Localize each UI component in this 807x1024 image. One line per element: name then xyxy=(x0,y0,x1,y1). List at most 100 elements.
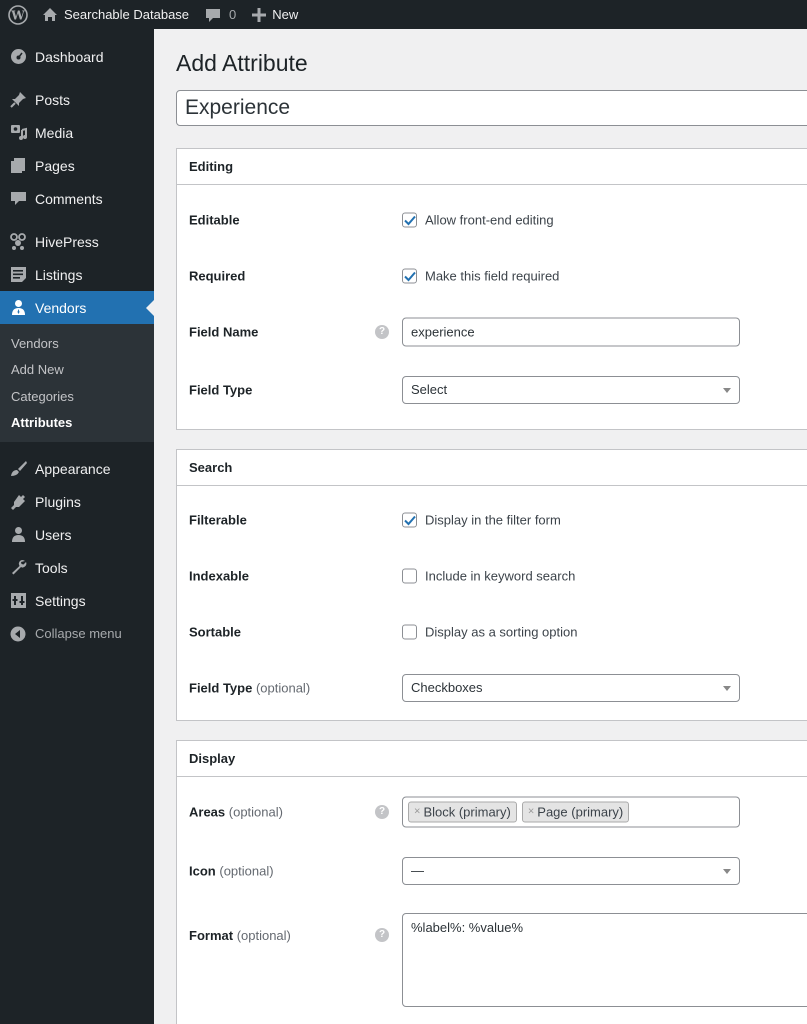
field-type-select[interactable]: Select xyxy=(402,376,740,404)
help-icon[interactable]: ? xyxy=(375,325,389,339)
sidebar-item-label: HivePress xyxy=(35,233,99,250)
vendors-submenu: Vendors Add New Categories Attributes xyxy=(0,324,154,442)
sidebar-item-settings[interactable]: Settings xyxy=(0,584,154,617)
checkbox-unchecked[interactable] xyxy=(402,568,417,584)
areas-multiselect[interactable]: × Block (primary) × Page (primary) xyxy=(402,796,740,828)
label-text: Areas xyxy=(189,804,226,820)
media-icon xyxy=(9,124,27,142)
checkbox-unchecked[interactable] xyxy=(402,624,417,640)
submenu-item-attributes[interactable]: Attributes xyxy=(0,410,154,437)
indexable-checkbox[interactable]: Include in keyword search xyxy=(402,568,575,584)
sidebar-item-label: Comments xyxy=(35,190,103,207)
wordpress-logo-menu[interactable]: W xyxy=(0,0,33,29)
site-name-link[interactable]: Searchable Database xyxy=(33,0,189,29)
label-text: Field Type xyxy=(189,680,253,696)
sidebar-item-vendors[interactable]: Vendors xyxy=(0,291,154,324)
editable-checkbox-label: Allow front-end editing xyxy=(425,212,554,228)
home-icon xyxy=(42,7,58,22)
sidebar-item-label: Tools xyxy=(35,559,68,576)
sidebar-item-plugins[interactable]: Plugins xyxy=(0,485,154,518)
sidebar-item-media[interactable]: Media xyxy=(0,116,154,149)
editing-box-heading: Editing xyxy=(177,149,807,185)
pages-icon xyxy=(9,157,27,175)
format-label: Format (optional) xyxy=(189,928,291,943)
comments-link[interactable]: 0 xyxy=(189,0,236,29)
sidebar-item-label: Listings xyxy=(35,266,83,283)
wrench-icon xyxy=(9,559,27,577)
sidebar-item-pages[interactable]: Pages xyxy=(0,149,154,182)
search-field-type-select[interactable]: Checkboxes xyxy=(402,674,740,702)
site-name: Searchable Database xyxy=(64,7,190,22)
sidebar-item-label: Media xyxy=(35,124,74,141)
required-checkbox[interactable]: Make this field required xyxy=(402,268,559,284)
admin-sidebar: Dashboard Posts Media Pages Comments Hiv… xyxy=(0,29,154,1024)
optional-text: (optional) xyxy=(219,863,274,879)
sidebar-item-label: Pages xyxy=(35,157,75,174)
required-label: Required xyxy=(189,268,246,284)
checkbox-checked[interactable] xyxy=(402,512,417,528)
icon-select[interactable]: — xyxy=(402,857,740,885)
new-label: New xyxy=(272,7,299,22)
editable-row: Editable Allow front-end editing xyxy=(177,205,807,235)
remove-tag-icon[interactable]: × xyxy=(528,803,534,822)
editable-label: Editable xyxy=(189,212,240,228)
icon-row: Icon (optional) — xyxy=(177,856,807,886)
areas-row: Areas (optional) ? × Block (primary) × P… xyxy=(177,796,807,828)
field-name-row: Field Name ? experience xyxy=(177,317,807,347)
field-type-label: Field Type xyxy=(189,382,253,398)
submenu-item-vendors[interactable]: Vendors xyxy=(0,330,154,357)
submenu-item-add-new[interactable]: Add New xyxy=(0,357,154,384)
icon-label: Icon (optional) xyxy=(189,864,274,879)
listings-icon xyxy=(9,266,27,284)
submenu-item-categories[interactable]: Categories xyxy=(0,383,154,410)
new-content-link[interactable]: New xyxy=(236,0,298,29)
display-box: Display Areas (optional) ? × Block (prim… xyxy=(176,740,807,1024)
sortable-row: Sortable Display as a sorting option xyxy=(177,617,807,647)
sidebar-item-listings[interactable]: Listings xyxy=(0,258,154,291)
wordpress-logo-icon: W xyxy=(7,4,28,25)
help-icon[interactable]: ? xyxy=(375,805,389,819)
search-field-type-row: Field Type (optional) Checkboxes xyxy=(177,673,807,703)
attribute-title-input[interactable]: Experience xyxy=(176,90,807,126)
indexable-label: Indexable xyxy=(189,568,249,584)
field-name-input[interactable]: experience xyxy=(402,317,740,347)
required-row: Required Make this field required xyxy=(177,261,807,291)
search-field-type-value: Checkboxes xyxy=(411,680,483,695)
sidebar-item-hivepress[interactable]: HivePress xyxy=(0,225,154,258)
icon-select-value: — xyxy=(411,863,424,878)
collapse-menu-button[interactable]: Collapse menu xyxy=(0,617,154,650)
help-icon[interactable]: ? xyxy=(375,928,389,942)
sidebar-item-dashboard[interactable]: Dashboard xyxy=(0,40,154,73)
sidebar-item-comments[interactable]: Comments xyxy=(0,182,154,215)
sidebar-item-appearance[interactable]: Appearance xyxy=(0,452,154,485)
chevron-down-icon xyxy=(723,388,731,393)
sidebar-item-label: Settings xyxy=(35,592,86,609)
label-text: Format xyxy=(189,928,234,943)
tag-label: Block (primary) xyxy=(423,804,511,820)
svg-text:W: W xyxy=(10,8,25,22)
sortable-checkbox[interactable]: Display as a sorting option xyxy=(402,624,577,640)
sidebar-item-users[interactable]: Users xyxy=(0,518,154,551)
filterable-label: Filterable xyxy=(189,512,247,528)
checkbox-checked[interactable] xyxy=(402,268,417,284)
remove-tag-icon[interactable]: × xyxy=(414,803,420,822)
optional-text: (optional) xyxy=(236,928,291,943)
filterable-checkbox[interactable]: Display in the filter form xyxy=(402,512,561,528)
user-icon xyxy=(9,299,27,317)
format-textarea[interactable]: %label%: %value% xyxy=(402,913,807,1007)
brush-icon xyxy=(9,460,27,478)
sidebar-item-label: Vendors xyxy=(35,299,87,316)
editable-checkbox[interactable]: Allow front-end editing xyxy=(402,212,554,228)
checkbox-checked[interactable] xyxy=(402,212,417,228)
hivepress-icon xyxy=(9,232,27,251)
collapse-menu-label: Collapse menu xyxy=(35,626,122,641)
sortable-label: Sortable xyxy=(189,624,242,640)
sidebar-item-tools[interactable]: Tools xyxy=(0,551,154,584)
settings-icon xyxy=(9,592,27,610)
sidebar-item-posts[interactable]: Posts xyxy=(0,83,154,116)
format-row: Format (optional) ? %label%: %value% xyxy=(177,913,807,1007)
chevron-down-icon xyxy=(723,686,731,691)
field-name-label: Field Name xyxy=(189,324,259,340)
comment-icon xyxy=(9,190,27,208)
editing-box: Editing Editable Allow front-end editing… xyxy=(176,148,807,430)
